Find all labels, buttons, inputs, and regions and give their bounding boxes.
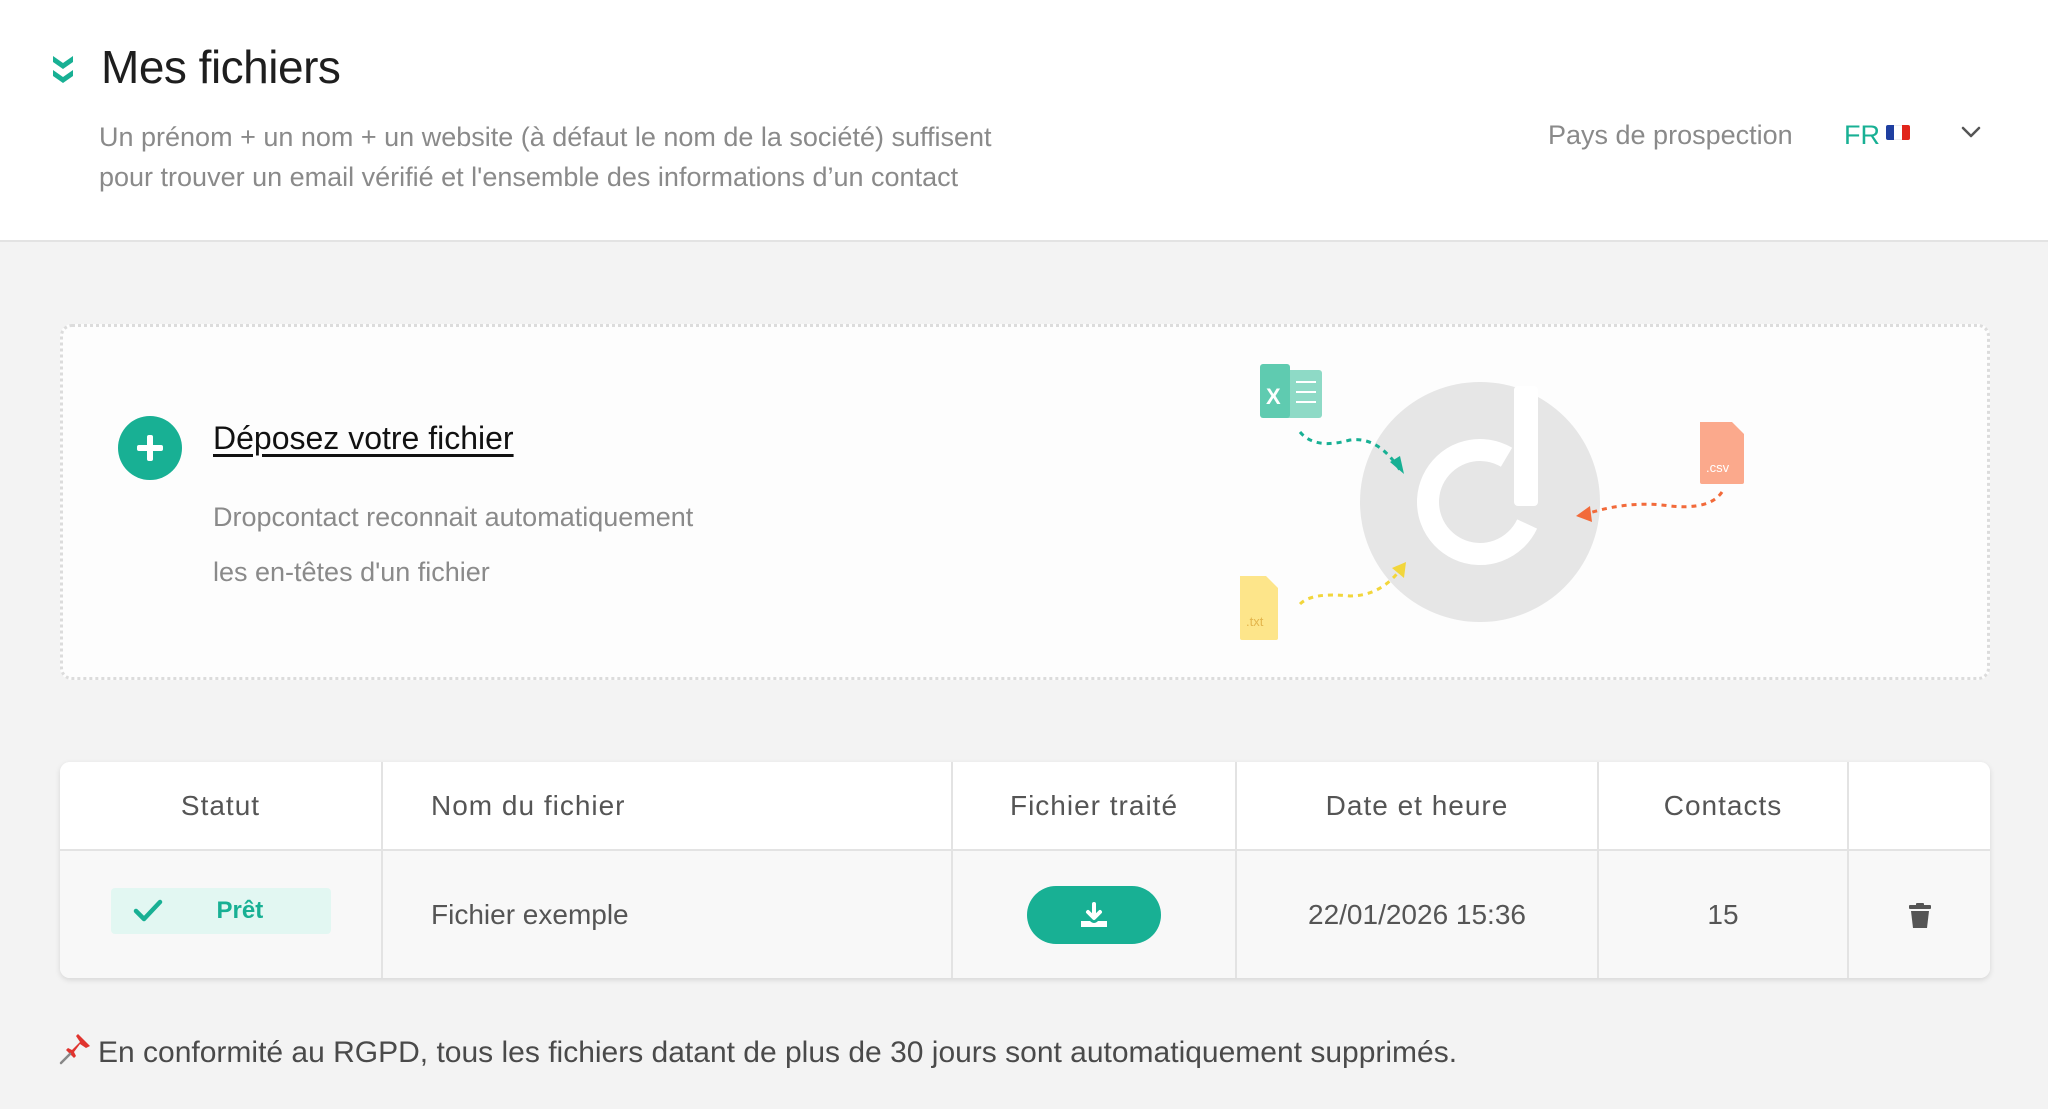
csv-arrow (1585, 491, 1724, 516)
subtitle-line-1: Un prénom + un nom + un website (à défau… (99, 122, 992, 152)
dropcontact-logo-circle (1360, 382, 1600, 622)
txt-file-icon: .txt (1240, 576, 1278, 640)
file-import-illustration: X .csv .txt (1240, 364, 1744, 640)
column-header-filename: Nom du fichier (382, 762, 953, 851)
france-flag-icon (1886, 125, 1910, 140)
page-subtitle: Un prénom + un nom + un website (à défau… (99, 117, 1099, 197)
svg-text:.txt: .txt (1246, 614, 1264, 629)
download-icon (1081, 901, 1107, 927)
gdpr-notice: En conformité au RGPD, tous les fichiers… (58, 1032, 1457, 1070)
logo-icon (53, 56, 73, 83)
subtitle-line-2: pour trouver un email vérifié et l'ensem… (99, 162, 959, 192)
files-table: Statut Nom du fichier Fichier traité Dat… (60, 762, 1990, 978)
svg-text:.csv: .csv (1706, 460, 1730, 475)
column-header-contacts: Contacts (1598, 762, 1849, 851)
filename-cell: Fichier exemple (382, 850, 953, 978)
pushpin-icon (59, 1034, 90, 1065)
trash-icon[interactable] (1908, 903, 1932, 929)
status-label: Prêt (216, 897, 264, 924)
add-file-button[interactable] (118, 416, 182, 480)
svg-text:X: X (1266, 384, 1281, 409)
page-title: Mes fichiers (101, 41, 341, 93)
column-header-actions (1848, 762, 1990, 851)
drop-file-link[interactable]: Déposez votre fichier (213, 420, 514, 457)
contacts-cell: 15 (1598, 850, 1849, 978)
table-header-row: Statut Nom du fichier Fichier traité Dat… (60, 762, 1990, 851)
column-header-datetime: Date et heure (1236, 762, 1599, 851)
table-row: Prêt Fichier exemple 22/01/2026 15:36 15 (60, 850, 1990, 978)
country-label: Pays de prospection (1548, 120, 1793, 150)
dropzone-desc-line-2: les en-têtes d'un fichier (213, 557, 490, 587)
dropzone-desc-line-1: Dropcontact reconnait automatiquement (213, 502, 694, 532)
status-cell: Prêt (60, 850, 383, 978)
status-badge: Prêt (110, 888, 331, 934)
actions-cell (1848, 850, 1990, 978)
page-header: Mes fichiers Un prénom + un nom + un web… (0, 0, 2048, 242)
chevron-down-icon[interactable] (1960, 124, 1982, 140)
download-button[interactable] (1027, 885, 1161, 944)
country-select[interactable]: FR (1844, 117, 1880, 153)
datetime-cell: 22/01/2026 15:36 (1236, 850, 1599, 978)
dropzone-description: Dropcontact reconnait automatiquement le… (213, 490, 813, 600)
processed-file-cell (952, 850, 1237, 978)
column-header-status: Statut (60, 762, 383, 851)
excel-file-icon: X (1260, 364, 1322, 418)
check-icon (133, 899, 162, 922)
csv-file-icon: .csv (1700, 422, 1744, 484)
column-header-processed-file: Fichier traité (952, 762, 1237, 851)
gdpr-notice-text: En conformité au RGPD, tous les fichiers… (98, 1036, 1458, 1069)
